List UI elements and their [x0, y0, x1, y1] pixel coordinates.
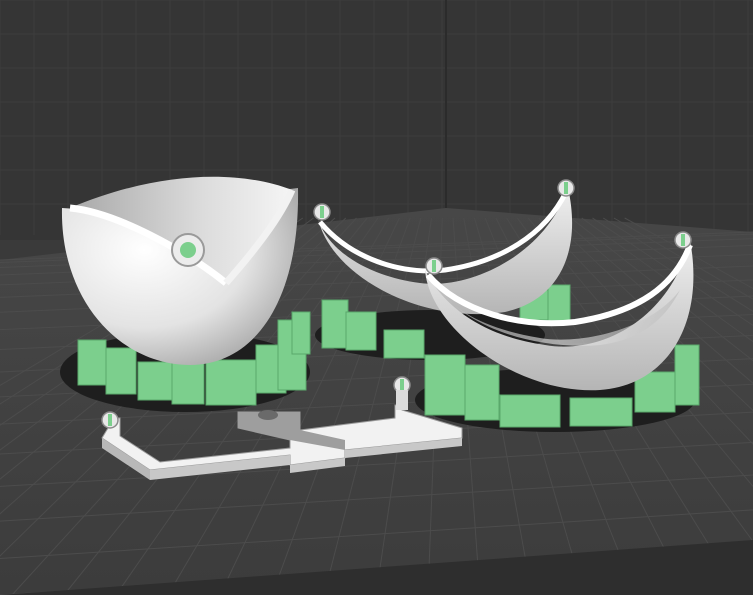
build-plate-scene[interactable] [0, 0, 753, 595]
3d-viewport[interactable] [0, 0, 753, 595]
sphere-half-with-cutout[interactable] [60, 176, 311, 412]
hinge-pin [180, 242, 196, 258]
